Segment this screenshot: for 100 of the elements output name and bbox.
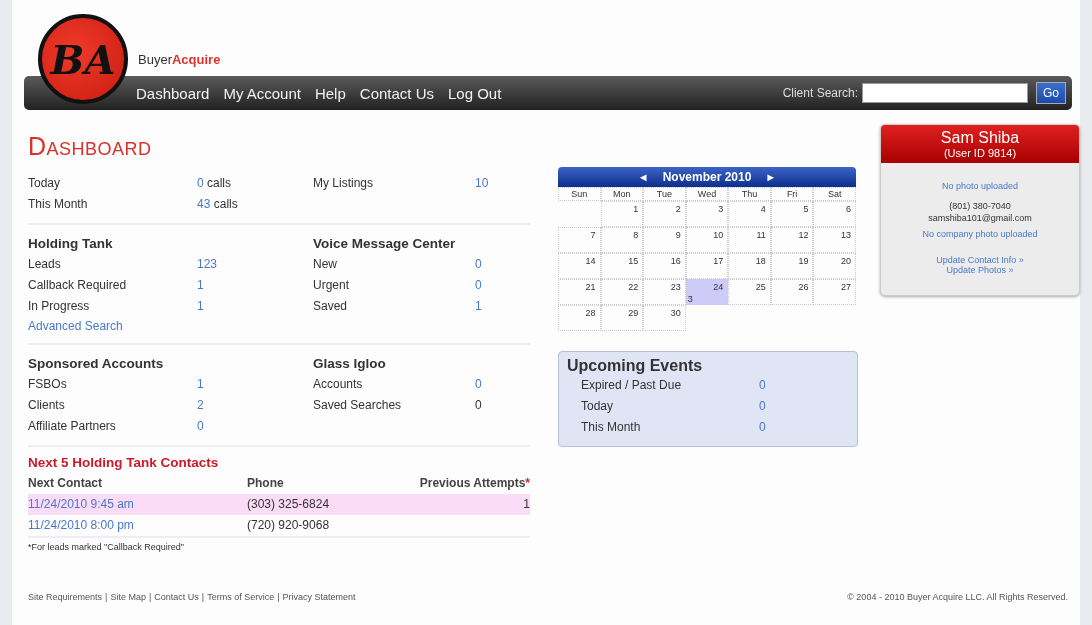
- footnote: *For leads marked "Callback Required": [28, 541, 185, 554]
- day-cell[interactable]: 1: [600, 201, 644, 227]
- day-cell[interactable]: 13: [813, 227, 856, 253]
- day-number: 18: [754, 256, 766, 266]
- stat-link[interactable]: 1: [197, 377, 204, 391]
- event-count-link[interactable]: 0: [759, 417, 849, 438]
- day-number: 28: [584, 308, 596, 318]
- day-cell[interactable]: 20: [813, 253, 856, 279]
- stat-link[interactable]: 1: [197, 299, 204, 313]
- event-count-link[interactable]: 0: [759, 375, 849, 396]
- search-label: Client Search:: [782, 86, 858, 100]
- day-cell[interactable]: 30: [643, 305, 686, 331]
- logo-letters: BA: [50, 35, 116, 83]
- day-number: 4: [759, 204, 766, 214]
- day-cell[interactable]: 12: [770, 227, 814, 253]
- stat-label: Accounts: [313, 376, 364, 393]
- go-button[interactable]: Go: [1036, 82, 1066, 104]
- profile-link[interactable]: Update Contact Info »: [936, 255, 1024, 265]
- stat-label: Saved: [313, 298, 349, 315]
- brand-name: Buyer: [138, 52, 172, 67]
- stat-link[interactable]: 0: [475, 278, 482, 292]
- day-cell[interactable]: 26: [770, 279, 814, 305]
- stat-link[interactable]: 1: [475, 299, 482, 313]
- table-cell-text: (720) 920-9068: [247, 517, 331, 534]
- event-label: Today: [581, 398, 615, 415]
- brand-name: Acquire: [171, 52, 221, 67]
- day-cell[interactable]: 11: [728, 227, 771, 253]
- table-row[interactable]: 11/24/2010 9:45 am (303) 325-6824 1: [28, 494, 530, 515]
- day-cell[interactable]: 2: [643, 201, 686, 227]
- day-number: 19: [797, 256, 809, 266]
- contact-time-link[interactable]: 11/24/2010 8:00 pm: [28, 515, 247, 536]
- day-cell[interactable]: 19: [770, 253, 814, 279]
- section-title: Next 5 Holding Tank Contacts: [28, 454, 220, 472]
- day-cell[interactable]: 24 3: [685, 279, 729, 305]
- day-cell[interactable]: 14: [558, 253, 601, 279]
- day-cell[interactable]: 4: [728, 201, 771, 227]
- day-cell[interactable]: 10: [685, 227, 729, 253]
- day-cell[interactable]: 6: [813, 201, 856, 227]
- footer-link[interactable]: Site Requirements: [28, 592, 103, 602]
- email-address: samshiba101@gmail.com: [928, 213, 1032, 223]
- weekday-label: Tue: [643, 187, 686, 201]
- day-cell[interactable]: 15: [600, 253, 644, 279]
- advanced-search-link[interactable]: Advanced Search: [28, 317, 123, 335]
- nav-link[interactable]: Log Out: [448, 84, 502, 102]
- company-photo-link[interactable]: No company photo uploaded: [922, 229, 1038, 239]
- day-cell[interactable]: 22: [600, 279, 644, 305]
- day-cell[interactable]: 21: [558, 279, 601, 305]
- stat-link[interactable]: 0: [197, 176, 204, 190]
- footer-link[interactable]: Contact Us: [154, 592, 199, 602]
- section-title: Sponsored Accounts: [28, 355, 165, 373]
- event-count-link[interactable]: 0: [759, 396, 849, 417]
- profile-link[interactable]: Update Photos »: [946, 265, 1014, 275]
- separator: |: [148, 592, 152, 602]
- day-cell[interactable]: 25: [728, 279, 771, 305]
- day-cell[interactable]: 9: [643, 227, 686, 253]
- day-number: 2: [674, 204, 681, 214]
- photo-link[interactable]: No photo uploaded: [941, 181, 1019, 191]
- day-cell[interactable]: 18: [728, 253, 771, 279]
- stat-label: In Progress: [28, 298, 91, 315]
- search-field[interactable]: [862, 83, 1028, 103]
- day-cell[interactable]: 28: [558, 305, 601, 331]
- stat-link[interactable]: 0: [197, 419, 204, 433]
- stat-link[interactable]: 1: [197, 278, 204, 292]
- stat-link[interactable]: 123: [197, 257, 218, 271]
- footer-link[interactable]: Site Map: [110, 592, 146, 602]
- footer-link[interactable]: Privacy Statement: [282, 592, 356, 602]
- weekday-label: Mon: [600, 187, 644, 201]
- stat-link[interactable]: 0: [475, 377, 482, 391]
- day-cell[interactable]: 8: [600, 227, 644, 253]
- stat-link[interactable]: 43: [197, 197, 211, 211]
- table-row[interactable]: 11/24/2010 8:00 pm (720) 920-9068: [28, 515, 530, 536]
- day-number: 6: [845, 204, 851, 214]
- nav-link[interactable]: Contact Us: [359, 84, 434, 102]
- stat-label: Clients: [28, 397, 66, 414]
- stat-link[interactable]: 10: [475, 176, 489, 190]
- month-title: November 2010: [662, 170, 752, 184]
- panel-title: Upcoming Events: [567, 357, 704, 375]
- nav-link[interactable]: Dashboard: [136, 84, 210, 102]
- day-cell[interactable]: 23: [643, 279, 686, 305]
- day-cell[interactable]: 5: [770, 201, 814, 227]
- user-name: Sam Shiba: [939, 129, 1021, 147]
- user-id: (User ID 9814): [942, 147, 1018, 159]
- prev-month-arrow[interactable]: ◄: [637, 171, 649, 183]
- weekday-label: Fri: [770, 187, 814, 201]
- day-number: 14: [584, 256, 596, 266]
- day-cell[interactable]: 27: [813, 279, 856, 305]
- nav-link[interactable]: My Account: [223, 84, 301, 102]
- next-month-arrow[interactable]: ►: [765, 171, 777, 183]
- day-cell[interactable]: 3: [685, 201, 729, 227]
- contact-time-link[interactable]: 11/24/2010 9:45 am: [28, 494, 247, 515]
- stat-link[interactable]: 0: [475, 257, 482, 271]
- stat-link[interactable]: 2: [197, 398, 204, 412]
- day-number: 11: [755, 230, 766, 240]
- section-title: Voice Message Center: [313, 235, 457, 253]
- nav-link[interactable]: Help: [314, 84, 346, 102]
- day-cell[interactable]: 29: [600, 305, 644, 331]
- day-number: 17: [712, 256, 724, 266]
- day-cell[interactable]: 16: [643, 253, 686, 279]
- day-cell[interactable]: 7: [558, 227, 601, 253]
- footer-link[interactable]: Terms of Service: [207, 592, 275, 602]
